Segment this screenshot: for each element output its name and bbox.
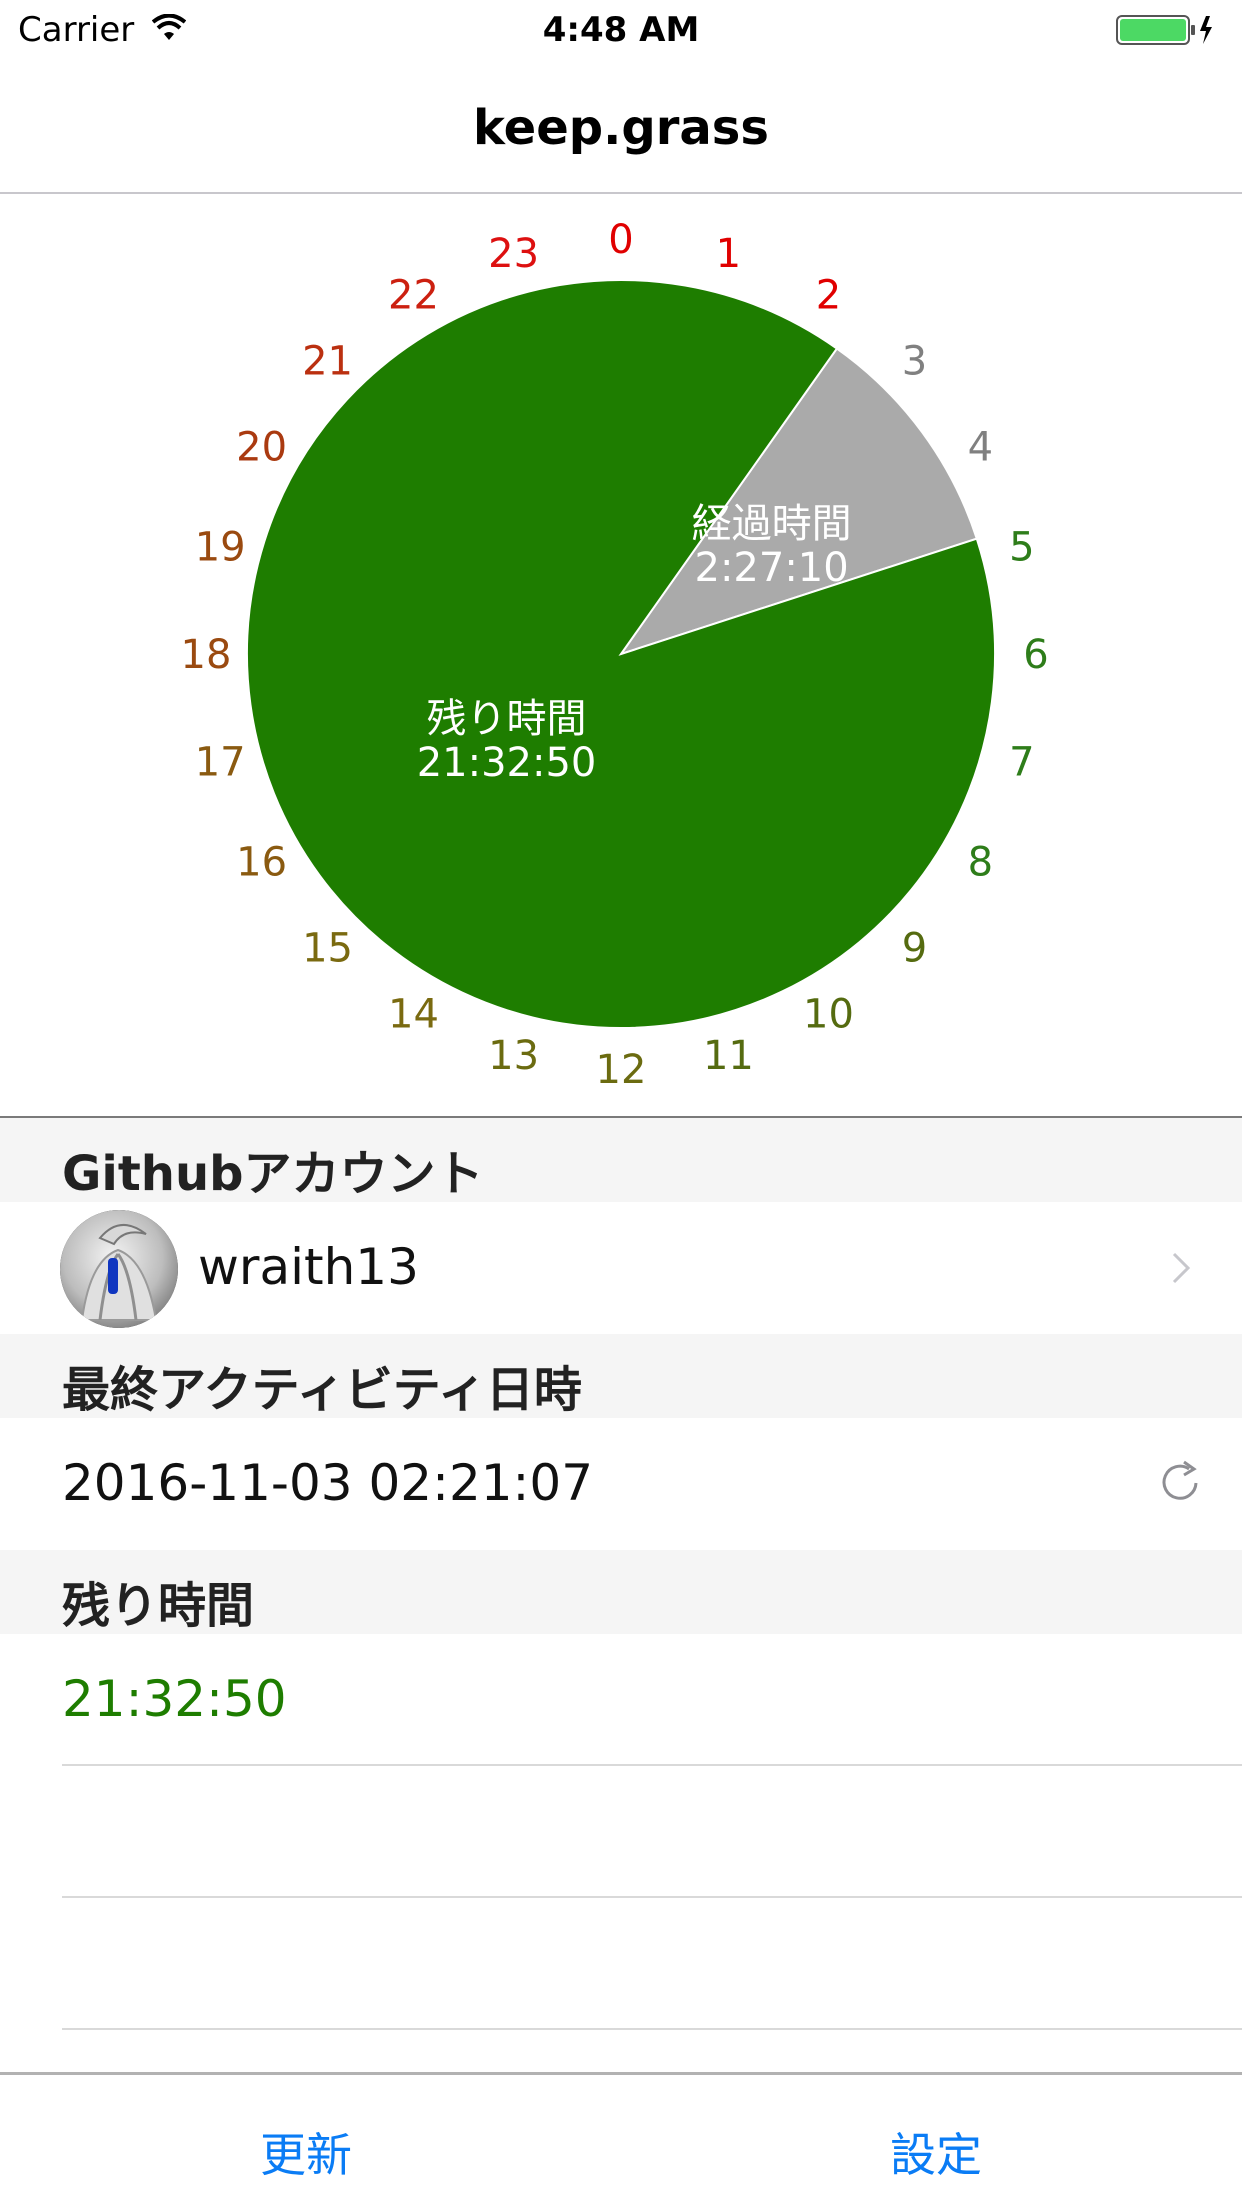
avatar xyxy=(60,1210,178,1328)
hour-label: 16 xyxy=(236,840,287,886)
hour-label: 11 xyxy=(703,1033,754,1079)
row-divider xyxy=(62,1896,1242,1898)
hour-label: 23 xyxy=(488,231,539,277)
github-username: wraith13 xyxy=(198,1238,419,1296)
hour-label: 6 xyxy=(1023,632,1048,678)
slice-value-label: 2:27:10 xyxy=(695,545,849,591)
hour-label: 3 xyxy=(902,339,927,385)
hour-label: 12 xyxy=(596,1047,647,1093)
hour-label: 5 xyxy=(1009,525,1034,571)
remaining-header-label: 残り時間 xyxy=(62,1578,255,1634)
hour-label: 22 xyxy=(388,273,439,319)
page-title: keep.grass xyxy=(473,100,769,156)
last-activity-cell: 2016-11-03 02:21:07 xyxy=(0,1418,1242,1550)
hour-label: 15 xyxy=(302,925,353,971)
account-header-label: Githubアカウント xyxy=(62,1146,484,1202)
slice-name-label: 経過時間 xyxy=(692,501,852,547)
hour-label: 1 xyxy=(716,231,741,277)
app-screen: Carrier 4:48 AM keep.grass 経過時間 2:27:10 残り… xyxy=(0,0,1242,2208)
remaining-section-header: 残り時間 xyxy=(0,1550,1242,1634)
account-cell[interactable]: wraith13 xyxy=(0,1202,1242,1334)
hour-label: 19 xyxy=(195,525,246,571)
hour-label: 20 xyxy=(236,425,287,471)
refresh-icon[interactable] xyxy=(1156,1458,1206,1508)
row-divider xyxy=(62,1764,1242,1766)
hour-label: 13 xyxy=(488,1033,539,1079)
hour-label: 9 xyxy=(902,925,927,971)
hour-label: 17 xyxy=(195,739,246,785)
hour-label: 14 xyxy=(388,991,439,1037)
pie-chart-svg: 経過時間2:27:10残り時間21:32:50 0 123456789101112… xyxy=(181,217,1049,1093)
last-activity-value: 2016-11-03 02:21:07 xyxy=(62,1454,594,1512)
slice-name-label: 残り時間 xyxy=(427,696,587,742)
row-divider xyxy=(62,2028,1242,2030)
bottom-toolbar: 更新 設定 xyxy=(0,2072,1242,2208)
settings-button[interactable]: 設定 xyxy=(890,2119,982,2185)
hour-label: 2 xyxy=(816,273,841,319)
hour-label: 7 xyxy=(1009,739,1034,785)
last-activity-header-label: 最終アクティビティ日時 xyxy=(62,1362,582,1418)
hour-label: 0 xyxy=(608,217,633,263)
slice-value-label: 21:32:50 xyxy=(417,740,597,786)
hour-label: 10 xyxy=(803,991,854,1037)
remaining-cell: 21:32:50 xyxy=(0,1634,1242,1766)
navigation-bar: keep.grass xyxy=(0,60,1242,194)
time-pie-chart: 経過時間 2:27:10 残り時間 21:32:50 0 1 2 3 4 5 6 7 8 9 10 11 12… xyxy=(0,194,1242,1116)
status-bar: Carrier 4:48 AM xyxy=(0,0,1242,60)
hour-label: 18 xyxy=(181,632,232,678)
status-time: 4:48 AM xyxy=(542,10,700,50)
remaining-value: 21:32:50 xyxy=(62,1670,287,1728)
chevron-right-icon xyxy=(1172,1252,1191,1284)
account-section-header: Githubアカウント xyxy=(0,1116,1242,1204)
battery-icon xyxy=(1116,15,1212,45)
hour-label: 21 xyxy=(302,339,353,385)
hour-label: 4 xyxy=(968,425,993,471)
update-button[interactable]: 更新 xyxy=(260,2119,352,2185)
hour-label: 8 xyxy=(968,840,993,886)
last-activity-section-header: 最終アクティビティ日時 xyxy=(0,1334,1242,1418)
